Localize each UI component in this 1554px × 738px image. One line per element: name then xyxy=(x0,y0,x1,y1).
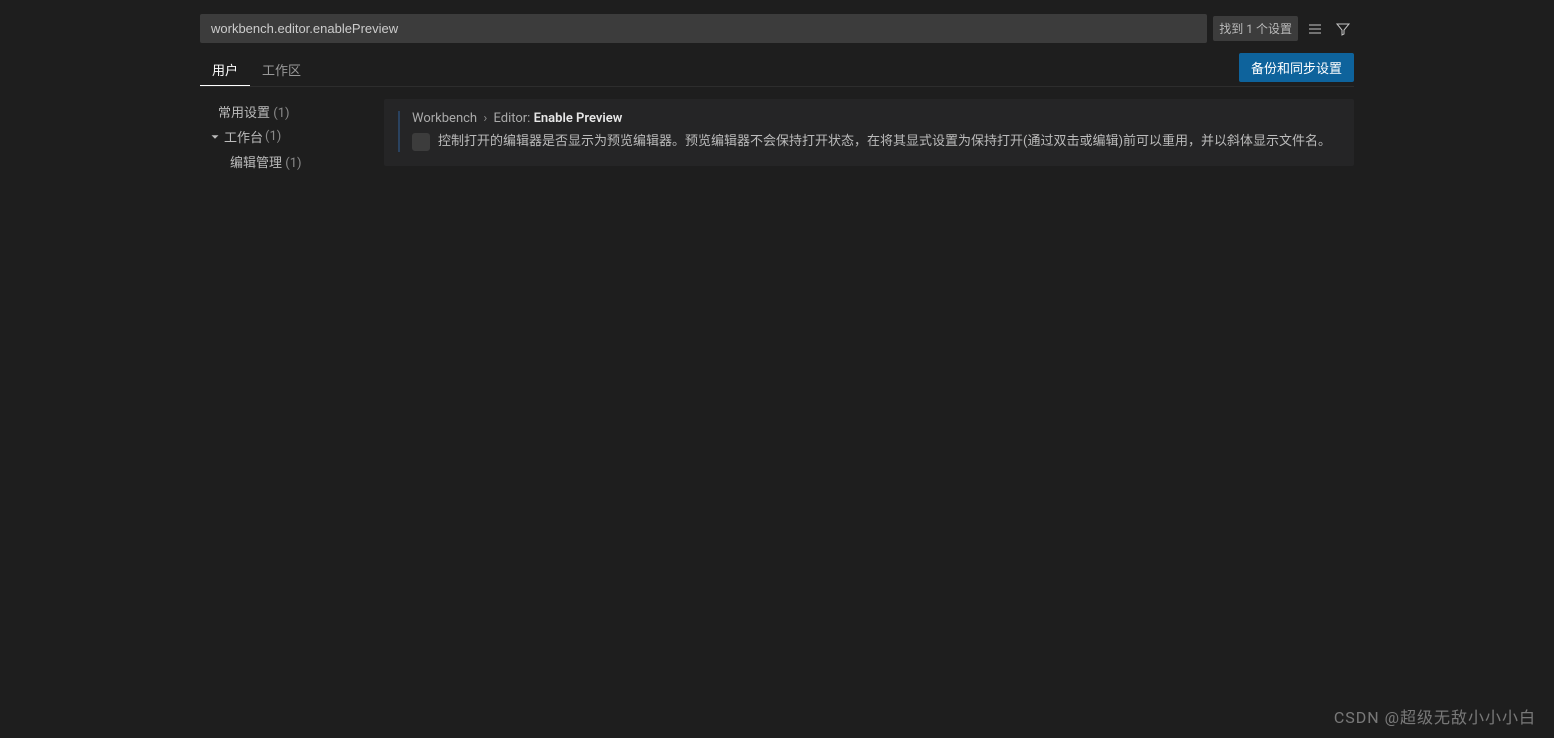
toc-count: (1) xyxy=(273,106,289,121)
setting-checkbox[interactable] xyxy=(412,133,430,151)
settings-editor: 找到 1 个设置 用户 工作区 备份和同步设置 常用设置 (1) xyxy=(0,0,1554,738)
setting-breadcrumb-1: Workbench xyxy=(412,111,477,126)
toc-item-editor-management[interactable]: 编辑管理 (1) xyxy=(200,149,360,174)
setting-description: 控制打开的编辑器是否显示为预览编辑器。预览编辑器不会保持打开状态，在将其显式设置… xyxy=(438,132,1331,152)
search-row: 找到 1 个设置 xyxy=(200,14,1354,43)
setting-name: Enable Preview xyxy=(534,111,623,126)
setting-item-enable-preview: Workbench › Editor: Enable Preview 控制打开的… xyxy=(384,99,1354,166)
clear-filter-icon[interactable] xyxy=(1304,18,1326,40)
search-result-count: 找到 1 个设置 xyxy=(1213,16,1298,41)
setting-breadcrumb-2: Editor: xyxy=(493,111,530,126)
tab-workspace[interactable]: 工作区 xyxy=(250,53,313,86)
setting-inner: Workbench › Editor: Enable Preview 控制打开的… xyxy=(398,111,1340,152)
filter-icon[interactable] xyxy=(1332,18,1354,40)
sync-settings-button[interactable]: 备份和同步设置 xyxy=(1239,53,1354,82)
chevron-down-icon xyxy=(208,130,222,144)
tab-workspace-label: 工作区 xyxy=(262,60,301,79)
tabs-row: 用户 工作区 备份和同步设置 xyxy=(200,53,1354,87)
settings-list: Workbench › Editor: Enable Preview 控制打开的… xyxy=(384,99,1354,738)
toc-label: 编辑管理 xyxy=(230,156,282,171)
sync-settings-label: 备份和同步设置 xyxy=(1251,61,1342,76)
tab-user-label: 用户 xyxy=(212,60,238,79)
settings-search-input[interactable] xyxy=(200,14,1207,43)
setting-title: Workbench › Editor: Enable Preview xyxy=(412,111,1340,126)
settings-body: 常用设置 (1) 工作台 (1) 编辑管理 (1) xyxy=(200,87,1354,738)
toc-count: (1) xyxy=(285,156,301,171)
settings-toc: 常用设置 (1) 工作台 (1) 编辑管理 (1) xyxy=(200,99,360,738)
toc-count: (1) xyxy=(265,129,281,144)
toc-item-workbench[interactable]: 工作台 (1) xyxy=(200,124,360,149)
setting-control-row: 控制打开的编辑器是否显示为预览编辑器。预览编辑器不会保持打开状态，在将其显式设置… xyxy=(412,132,1340,152)
tab-user[interactable]: 用户 xyxy=(200,53,250,86)
toc-label: 常用设置 xyxy=(218,106,270,121)
breadcrumb-separator: › xyxy=(483,111,487,126)
toc-item-common[interactable]: 常用设置 (1) xyxy=(200,99,360,124)
toc-label: 工作台 xyxy=(224,127,263,146)
